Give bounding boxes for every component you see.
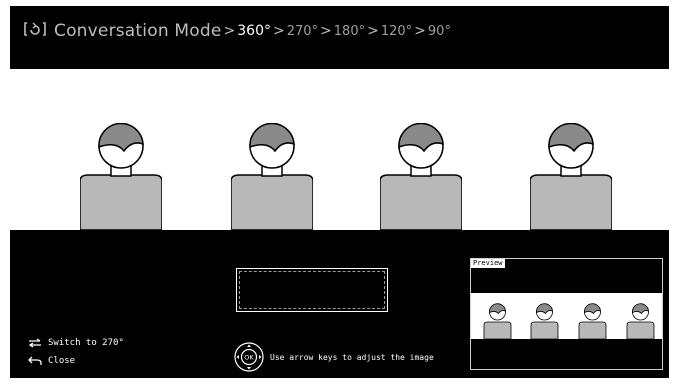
- angle-option-90[interactable]: 90°: [428, 24, 451, 39]
- angle-option-180[interactable]: 180°: [334, 24, 365, 39]
- close-label: Close: [48, 356, 76, 366]
- help-text: Use arrow keys to adjust the image: [270, 352, 434, 362]
- conversation-mode-icon: [24, 20, 46, 42]
- image-adjust-frame[interactable]: [236, 268, 388, 312]
- angle-option-360[interactable]: 360°: [237, 23, 271, 39]
- participant-illustration: [529, 122, 613, 231]
- ok-dpad-icon: OK: [234, 342, 264, 372]
- preview-window: Preview: [470, 258, 663, 370]
- back-arrow-icon: [28, 356, 42, 365]
- switch-label: Switch to 270°: [48, 338, 124, 348]
- participant-illustration: [79, 122, 163, 231]
- close-hint[interactable]: Close: [28, 352, 124, 370]
- ok-label: OK: [244, 354, 254, 362]
- angle-option-120[interactable]: 120°: [381, 24, 412, 39]
- switch-mode-hint[interactable]: Switch to 270°: [28, 334, 124, 352]
- control-panel: Switch to 270° Close OK Use arrow keys t…: [10, 230, 669, 378]
- preview-image: [471, 293, 662, 340]
- angle-option-270[interactable]: 270°: [287, 24, 318, 39]
- header-bar: Conversation Mode > 360° > 270° > 180° >…: [10, 6, 669, 69]
- control-hints: Switch to 270° Close: [28, 334, 124, 370]
- breadcrumb-separator: >: [367, 23, 379, 39]
- participants-illustration: [10, 69, 669, 231]
- breadcrumb-separator: >: [320, 23, 332, 39]
- preview-label: Preview: [471, 259, 505, 268]
- participant-illustration: [379, 122, 463, 231]
- participant-illustration: [230, 122, 314, 231]
- preview-participant: [578, 303, 607, 340]
- breadcrumb-separator: >: [272, 23, 285, 39]
- preview-participant: [530, 303, 559, 340]
- preview-participant: [626, 303, 655, 340]
- breadcrumb-separator: >: [414, 23, 426, 39]
- mode-title: Conversation Mode: [54, 21, 222, 41]
- breadcrumb-separator: >: [223, 23, 236, 39]
- switch-arrows-icon: [28, 338, 41, 348]
- preview-participant: [483, 303, 512, 340]
- breadcrumb: Conversation Mode > 360° > 270° > 180° >…: [24, 20, 451, 42]
- arrow-keys-hint: OK Use arrow keys to adjust the image: [234, 342, 434, 372]
